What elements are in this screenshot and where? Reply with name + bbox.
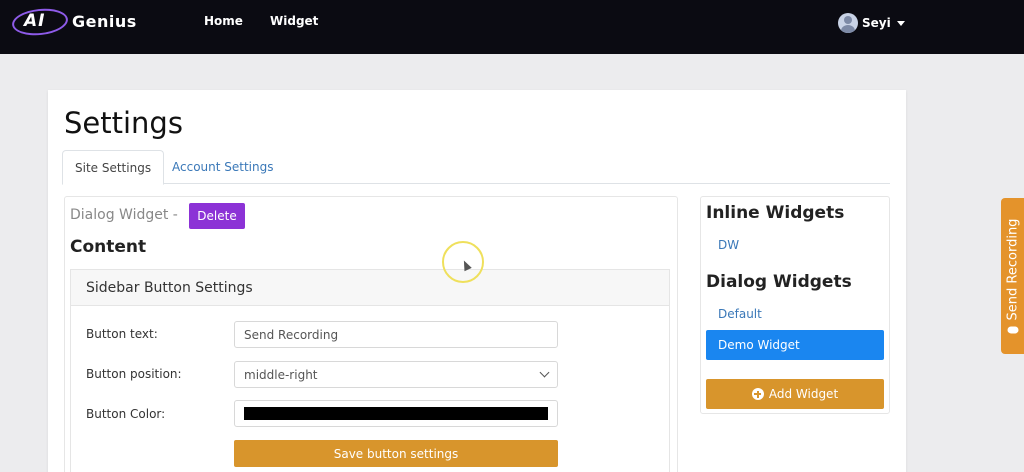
dialog-widget-item-demo-selected[interactable]: Demo Widget: [706, 330, 884, 360]
button-color-label: Button Color:: [86, 407, 166, 421]
widget-editor-panel: Dialog Widget - Delete Content Sidebar B…: [64, 196, 678, 472]
sidebar-settings-header: Sidebar Button Settings: [71, 270, 669, 306]
inline-widget-item[interactable]: DW: [718, 238, 739, 252]
save-button-settings-button[interactable]: Save button settings: [234, 440, 558, 467]
microphone-icon: [1007, 326, 1018, 334]
caret-down-icon: [896, 20, 905, 26]
button-text-label: Button text:: [86, 327, 158, 341]
button-color-picker[interactable]: [234, 400, 558, 427]
button-position-select[interactable]: middle-right: [234, 361, 558, 388]
button-position-label: Button position:: [86, 367, 182, 381]
send-recording-side-button[interactable]: Send Recording: [1001, 198, 1024, 354]
delete-button[interactable]: Delete: [189, 203, 245, 229]
settings-tabs: Site Settings Account Settings: [62, 150, 890, 185]
page-title: Settings: [64, 106, 183, 140]
dialog-widgets-heading: Dialog Widgets: [706, 272, 852, 292]
top-navbar: AI Genius Home Widget Seyi: [0, 0, 1024, 54]
user-menu[interactable]: Seyi: [838, 12, 905, 34]
button-text-input[interactable]: [234, 321, 558, 348]
logo-name-text: Genius: [72, 12, 137, 31]
content-heading: Content: [70, 237, 147, 257]
plus-circle-icon: [751, 388, 764, 400]
dialog-widget-item-default[interactable]: Default: [718, 307, 762, 321]
ai-genius-logo[interactable]: AI Genius: [10, 6, 157, 38]
avatar: [838, 13, 858, 33]
user-name: Seyi: [862, 16, 891, 30]
sidebar-button-settings: Sidebar Button Settings Button text: But…: [70, 269, 670, 472]
logo-ai-text: AI: [24, 11, 46, 31]
tab-site-settings[interactable]: Site Settings: [62, 150, 165, 185]
chevron-down-icon: [539, 367, 550, 378]
add-widget-button[interactable]: Add Widget: [706, 379, 884, 409]
settings-card: Settings Site Settings Account Settings …: [48, 90, 906, 472]
button-position-value: middle-right: [244, 367, 318, 382]
nav-widget-link[interactable]: Widget: [270, 14, 318, 28]
inline-widgets-heading: Inline Widgets: [706, 203, 845, 223]
sidebar-settings-title: Sidebar Button Settings: [86, 280, 253, 296]
widget-title: Dialog Widget -: [70, 207, 178, 223]
nav-home-link[interactable]: Home: [204, 14, 243, 28]
color-swatch: [244, 407, 548, 420]
tab-account-settings[interactable]: Account Settings: [160, 150, 285, 184]
widgets-list-panel: Inline Widgets DW Dialog Widgets Default…: [700, 196, 890, 414]
send-recording-label: Send Recording: [1005, 218, 1020, 321]
add-widget-label: Add Widget: [768, 387, 839, 401]
send-recording-content: Send Recording: [1005, 219, 1020, 334]
